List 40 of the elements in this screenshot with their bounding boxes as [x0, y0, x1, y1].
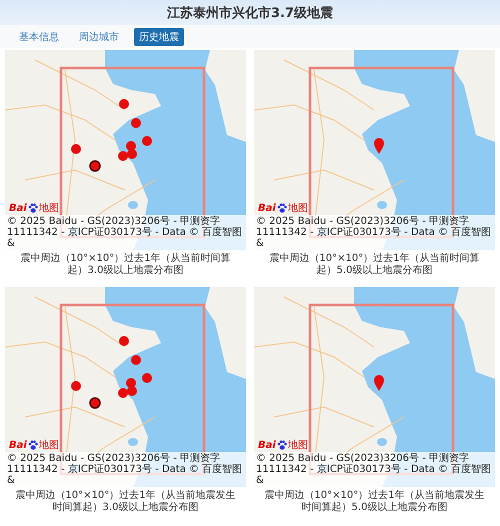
epicenter-marker — [127, 386, 137, 396]
tab[interactable]: 基本信息 — [14, 28, 64, 46]
epicenter-marker — [71, 144, 81, 154]
paw-icon — [276, 203, 287, 213]
epicenter-marker — [71, 381, 81, 391]
map-copyright: © 2025 Baidu - GS(2023)3206号 - 甲测资字11111342 - 京ICP证030173号 - Data © 百度智图 & — [5, 215, 246, 250]
epicenter-marker — [89, 397, 101, 409]
logo-text: 地图 — [38, 202, 59, 215]
epicenter-marker — [119, 99, 129, 109]
tab[interactable]: 周边城市 — [74, 28, 124, 46]
epicenter-marker — [118, 151, 128, 161]
map-copyright: © 2025 Baidu - GS(2023)3206号 - 甲测资字11111342 - 京ICP证030173号 - Data © 百度智图 & — [254, 215, 495, 250]
epicenter-marker — [89, 160, 101, 172]
map-caption: 震中周边（10°×10°）过去1年（从当前时间算起）3.0级以上地震分布图 — [19, 252, 232, 277]
logo-text: Bai — [258, 202, 276, 214]
epicenter-marker — [142, 136, 152, 146]
page-title: 江苏泰州市兴化市3.7级地震 — [166, 4, 334, 22]
epicenter-marker — [127, 149, 137, 159]
logo-text: Bai — [9, 202, 27, 214]
epicenter-marker — [374, 138, 384, 154]
epicenter-marker — [131, 118, 141, 128]
epicenter-marker — [142, 373, 152, 383]
epicenter-marker — [131, 355, 141, 365]
logo-text: Bai — [9, 440, 27, 450]
map-caption: 震中周边（10°×10°）过去1年（从当前地震发生时间算起）3.0级以上地震分布图 — [14, 488, 237, 514]
logo-text: 地图 — [38, 438, 59, 452]
paw-icon — [276, 440, 287, 450]
epicenter-marker — [119, 336, 129, 346]
map-caption: 震中周边（10°×10°）过去1年（从当前地震发生时间算起）5.0级以上地震分布图 — [263, 488, 486, 514]
paw-icon — [28, 203, 38, 213]
map-caption: 震中周边（10°×10°）过去1年（从当前时间算起）5.0级以上地震分布图 — [268, 252, 481, 277]
paw-icon — [28, 440, 38, 450]
map-copyright: © 2025 Baidu - GS(2023)3206号 - 甲测资字11111342 - 京ICP证030173号 - Data © 百度智图 & — [5, 452, 246, 487]
logo-text: 地图 — [288, 438, 308, 452]
epicenter-marker — [374, 375, 384, 391]
logo-text: 地图 — [288, 202, 308, 215]
map-copyright: © 2025 Baidu - GS(2023)3206号 - 甲测资字11111342 - 京ICP证030173号 - Data © 百度智图 & — [254, 452, 495, 487]
tab[interactable]: 历史地震 — [134, 28, 184, 46]
epicenter-marker — [118, 388, 128, 398]
logo-text: Bai — [258, 440, 276, 450]
